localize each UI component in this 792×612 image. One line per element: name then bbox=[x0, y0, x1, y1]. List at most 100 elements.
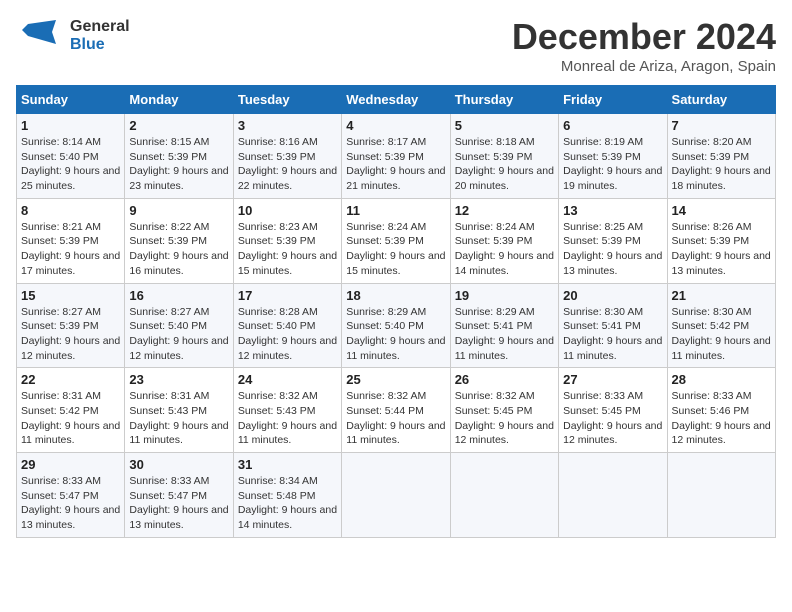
col-monday: Monday bbox=[125, 86, 233, 114]
col-sunday: Sunday bbox=[17, 86, 125, 114]
calendar-cell: 5 Sunrise: 8:18 AM Sunset: 5:39 PM Daylig… bbox=[450, 114, 558, 199]
calendar-cell: 29 Sunrise: 8:33 AM Sunset: 5:47 PM Dayli… bbox=[17, 453, 125, 538]
day-number: 3 bbox=[238, 118, 337, 133]
calendar-cell: 16Sunrise: 8:27 AM Sunset: 5:40 PM Dayli… bbox=[125, 283, 233, 368]
day-number: 9 bbox=[129, 203, 228, 218]
day-number: 19 bbox=[455, 288, 554, 303]
day-info: Sunrise: 8:18 AM Sunset: 5:39 PM Dayligh… bbox=[455, 135, 554, 194]
calendar-cell: 1 Sunrise: 8:14 AM Sunset: 5:40 PM Daylig… bbox=[17, 114, 125, 199]
day-info: Sunrise: 8:28 AM Sunset: 5:40 PM Dayligh… bbox=[238, 305, 337, 364]
day-number: 2 bbox=[129, 118, 228, 133]
calendar-cell: 24 Sunrise: 8:32 AM Sunset: 5:43 PM Dayli… bbox=[233, 368, 341, 453]
calendar-cell: 8Sunrise: 8:21 AM Sunset: 5:39 PM Daylig… bbox=[17, 198, 125, 283]
day-info: Sunrise: 8:29 AM Sunset: 5:41 PM Dayligh… bbox=[455, 305, 554, 364]
week-row-2: 8Sunrise: 8:21 AM Sunset: 5:39 PM Daylig… bbox=[17, 198, 776, 283]
day-number: 20 bbox=[563, 288, 662, 303]
col-tuesday: Tuesday bbox=[233, 86, 341, 114]
calendar-cell: 10Sunrise: 8:23 AM Sunset: 5:39 PM Dayli… bbox=[233, 198, 341, 283]
day-info: Sunrise: 8:24 AM Sunset: 5:39 PM Dayligh… bbox=[346, 220, 445, 279]
day-number: 5 bbox=[455, 118, 554, 133]
calendar-cell: 11 Sunrise: 8:24 AM Sunset: 5:39 PM Dayli… bbox=[342, 198, 450, 283]
logo: General Blue bbox=[16, 16, 130, 56]
calendar-cell bbox=[450, 453, 558, 538]
day-number: 7 bbox=[672, 118, 771, 133]
calendar-cell: 18Sunrise: 8:29 AM Sunset: 5:40 PM Dayli… bbox=[342, 283, 450, 368]
day-number: 22 bbox=[21, 372, 120, 387]
logo-blue-text: Blue bbox=[70, 36, 130, 54]
logo-general-text: General bbox=[70, 18, 130, 36]
day-info: Sunrise: 8:27 AM Sunset: 5:40 PM Dayligh… bbox=[129, 305, 228, 364]
day-info: Sunrise: 8:22 AM Sunset: 5:39 PM Dayligh… bbox=[129, 220, 228, 279]
day-info: Sunrise: 8:32 AM Sunset: 5:43 PM Dayligh… bbox=[238, 389, 337, 448]
day-number: 4 bbox=[346, 118, 445, 133]
calendar-cell: 6Sunrise: 8:19 AM Sunset: 5:39 PM Daylig… bbox=[559, 114, 667, 199]
calendar-cell: 28 Sunrise: 8:33 AM Sunset: 5:46 PM Dayli… bbox=[667, 368, 775, 453]
calendar-cell: 15 Sunrise: 8:27 AM Sunset: 5:39 PM Dayli… bbox=[17, 283, 125, 368]
calendar-cell: 21 Sunrise: 8:30 AM Sunset: 5:42 PM Dayli… bbox=[667, 283, 775, 368]
day-number: 1 bbox=[21, 118, 120, 133]
calendar-cell bbox=[559, 453, 667, 538]
day-info: Sunrise: 8:33 AM Sunset: 5:47 PM Dayligh… bbox=[21, 474, 120, 533]
day-number: 24 bbox=[238, 372, 337, 387]
calendar-cell: 2Sunrise: 8:15 AM Sunset: 5:39 PM Daylig… bbox=[125, 114, 233, 199]
calendar-cell: 7 Sunrise: 8:20 AM Sunset: 5:39 PM Daylig… bbox=[667, 114, 775, 199]
day-info: Sunrise: 8:16 AM Sunset: 5:39 PM Dayligh… bbox=[238, 135, 337, 194]
day-number: 23 bbox=[129, 372, 228, 387]
day-info: Sunrise: 8:14 AM Sunset: 5:40 PM Dayligh… bbox=[21, 135, 120, 194]
day-number: 14 bbox=[672, 203, 771, 218]
page-header: General Blue December 2024 Monreal de Ar… bbox=[16, 16, 776, 75]
day-info: Sunrise: 8:19 AM Sunset: 5:39 PM Dayligh… bbox=[563, 135, 662, 194]
day-info: Sunrise: 8:29 AM Sunset: 5:40 PM Dayligh… bbox=[346, 305, 445, 364]
day-number: 26 bbox=[455, 372, 554, 387]
calendar-cell: 13 Sunrise: 8:25 AM Sunset: 5:39 PM Dayli… bbox=[559, 198, 667, 283]
day-number: 11 bbox=[346, 203, 445, 218]
logo-name: General Blue bbox=[70, 18, 130, 53]
day-number: 29 bbox=[21, 457, 120, 472]
calendar-cell: 3 Sunrise: 8:16 AM Sunset: 5:39 PM Daylig… bbox=[233, 114, 341, 199]
day-info: Sunrise: 8:34 AM Sunset: 5:48 PM Dayligh… bbox=[238, 474, 337, 533]
day-info: Sunrise: 8:26 AM Sunset: 5:39 PM Dayligh… bbox=[672, 220, 771, 279]
day-number: 17 bbox=[238, 288, 337, 303]
day-info: Sunrise: 8:32 AM Sunset: 5:45 PM Dayligh… bbox=[455, 389, 554, 448]
day-info: Sunrise: 8:30 AM Sunset: 5:42 PM Dayligh… bbox=[672, 305, 771, 364]
week-row-3: 15 Sunrise: 8:27 AM Sunset: 5:39 PM Dayli… bbox=[17, 283, 776, 368]
day-info: Sunrise: 8:32 AM Sunset: 5:44 PM Dayligh… bbox=[346, 389, 445, 448]
calendar-cell: 19 Sunrise: 8:29 AM Sunset: 5:41 PM Dayli… bbox=[450, 283, 558, 368]
calendar-cell: 25 Sunrise: 8:32 AM Sunset: 5:44 PM Dayli… bbox=[342, 368, 450, 453]
week-row-5: 29 Sunrise: 8:33 AM Sunset: 5:47 PM Dayli… bbox=[17, 453, 776, 538]
calendar-cell: 12Sunrise: 8:24 AM Sunset: 5:39 PM Dayli… bbox=[450, 198, 558, 283]
day-info: Sunrise: 8:25 AM Sunset: 5:39 PM Dayligh… bbox=[563, 220, 662, 279]
calendar-cell: 17 Sunrise: 8:28 AM Sunset: 5:40 PM Dayli… bbox=[233, 283, 341, 368]
calendar-cell: 9 Sunrise: 8:22 AM Sunset: 5:39 PM Daylig… bbox=[125, 198, 233, 283]
day-info: Sunrise: 8:27 AM Sunset: 5:39 PM Dayligh… bbox=[21, 305, 120, 364]
day-info: Sunrise: 8:24 AM Sunset: 5:39 PM Dayligh… bbox=[455, 220, 554, 279]
month-title: December 2024 bbox=[512, 16, 776, 58]
calendar-cell: 14 Sunrise: 8:26 AM Sunset: 5:39 PM Dayli… bbox=[667, 198, 775, 283]
day-number: 15 bbox=[21, 288, 120, 303]
day-info: Sunrise: 8:31 AM Sunset: 5:43 PM Dayligh… bbox=[129, 389, 228, 448]
col-thursday: Thursday bbox=[450, 86, 558, 114]
week-row-1: 1 Sunrise: 8:14 AM Sunset: 5:40 PM Daylig… bbox=[17, 114, 776, 199]
day-number: 10 bbox=[238, 203, 337, 218]
week-row-4: 22Sunrise: 8:31 AM Sunset: 5:42 PM Dayli… bbox=[17, 368, 776, 453]
day-number: 28 bbox=[672, 372, 771, 387]
day-number: 25 bbox=[346, 372, 445, 387]
calendar-table: Sunday Monday Tuesday Wednesday Thursday… bbox=[16, 85, 776, 538]
location: Monreal de Ariza, Aragon, Spain bbox=[512, 58, 776, 75]
day-info: Sunrise: 8:20 AM Sunset: 5:39 PM Dayligh… bbox=[672, 135, 771, 194]
day-info: Sunrise: 8:30 AM Sunset: 5:41 PM Dayligh… bbox=[563, 305, 662, 364]
day-number: 27 bbox=[563, 372, 662, 387]
calendar-cell: 22Sunrise: 8:31 AM Sunset: 5:42 PM Dayli… bbox=[17, 368, 125, 453]
col-wednesday: Wednesday bbox=[342, 86, 450, 114]
col-saturday: Saturday bbox=[667, 86, 775, 114]
day-number: 13 bbox=[563, 203, 662, 218]
calendar-cell: 23 Sunrise: 8:31 AM Sunset: 5:43 PM Dayli… bbox=[125, 368, 233, 453]
title-area: December 2024 Monreal de Ariza, Aragon, … bbox=[512, 16, 776, 75]
calendar-cell: 4 Sunrise: 8:17 AM Sunset: 5:39 PM Daylig… bbox=[342, 114, 450, 199]
day-info: Sunrise: 8:17 AM Sunset: 5:39 PM Dayligh… bbox=[346, 135, 445, 194]
calendar-cell: 26 Sunrise: 8:32 AM Sunset: 5:45 PM Dayli… bbox=[450, 368, 558, 453]
day-number: 30 bbox=[129, 457, 228, 472]
day-info: Sunrise: 8:33 AM Sunset: 5:45 PM Dayligh… bbox=[563, 389, 662, 448]
day-info: Sunrise: 8:33 AM Sunset: 5:46 PM Dayligh… bbox=[672, 389, 771, 448]
day-number: 21 bbox=[672, 288, 771, 303]
